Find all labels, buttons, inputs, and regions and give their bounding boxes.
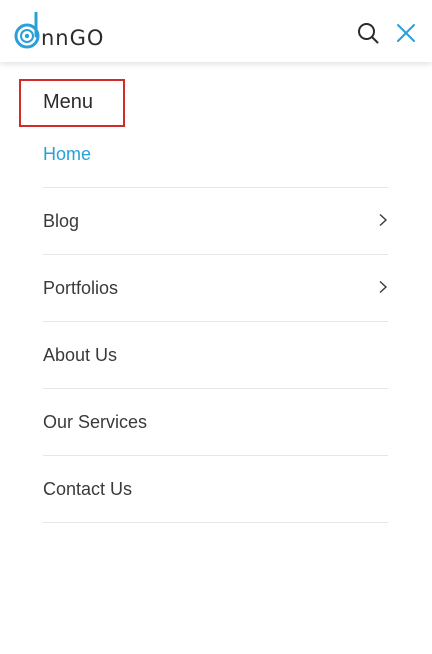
nav-item-label: Contact Us (43, 479, 133, 499)
site-header: nnGO (0, 0, 432, 62)
nav-item-contact-us[interactable]: Contact Us (43, 456, 388, 523)
nav-item-label: Home (43, 144, 92, 164)
mobile-nav-menu: Home Blog Portfolios About Us Our Servic… (43, 121, 388, 523)
search-icon (358, 23, 379, 44)
chevron-right-icon[interactable] (378, 280, 388, 294)
menu-heading: Menu (43, 91, 94, 113)
logo-mark-icon (14, 12, 40, 49)
search-button[interactable] (356, 21, 380, 45)
nav-item-blog[interactable]: Blog (43, 188, 388, 255)
nav-item-label: Our Services (43, 412, 148, 432)
nav-item-label: Portfolios (43, 278, 119, 298)
nav-item-label: Blog (43, 211, 80, 231)
close-icon (397, 24, 415, 42)
nav-item-portfolios[interactable]: Portfolios (43, 255, 388, 322)
nav-item-our-services[interactable]: Our Services (43, 389, 388, 456)
nav-item-label: About Us (43, 345, 118, 365)
site-logo[interactable]: nnGO (13, 12, 103, 52)
close-menu-button[interactable] (395, 22, 417, 44)
chevron-right-icon[interactable] (378, 213, 388, 227)
page: nnGO Menu Home Blog Portfolios About Us … (0, 0, 432, 654)
nav-item-about-us[interactable]: About Us (43, 322, 388, 389)
nav-item-home[interactable]: Home (43, 121, 388, 188)
logo-text: nnGO (41, 26, 105, 50)
